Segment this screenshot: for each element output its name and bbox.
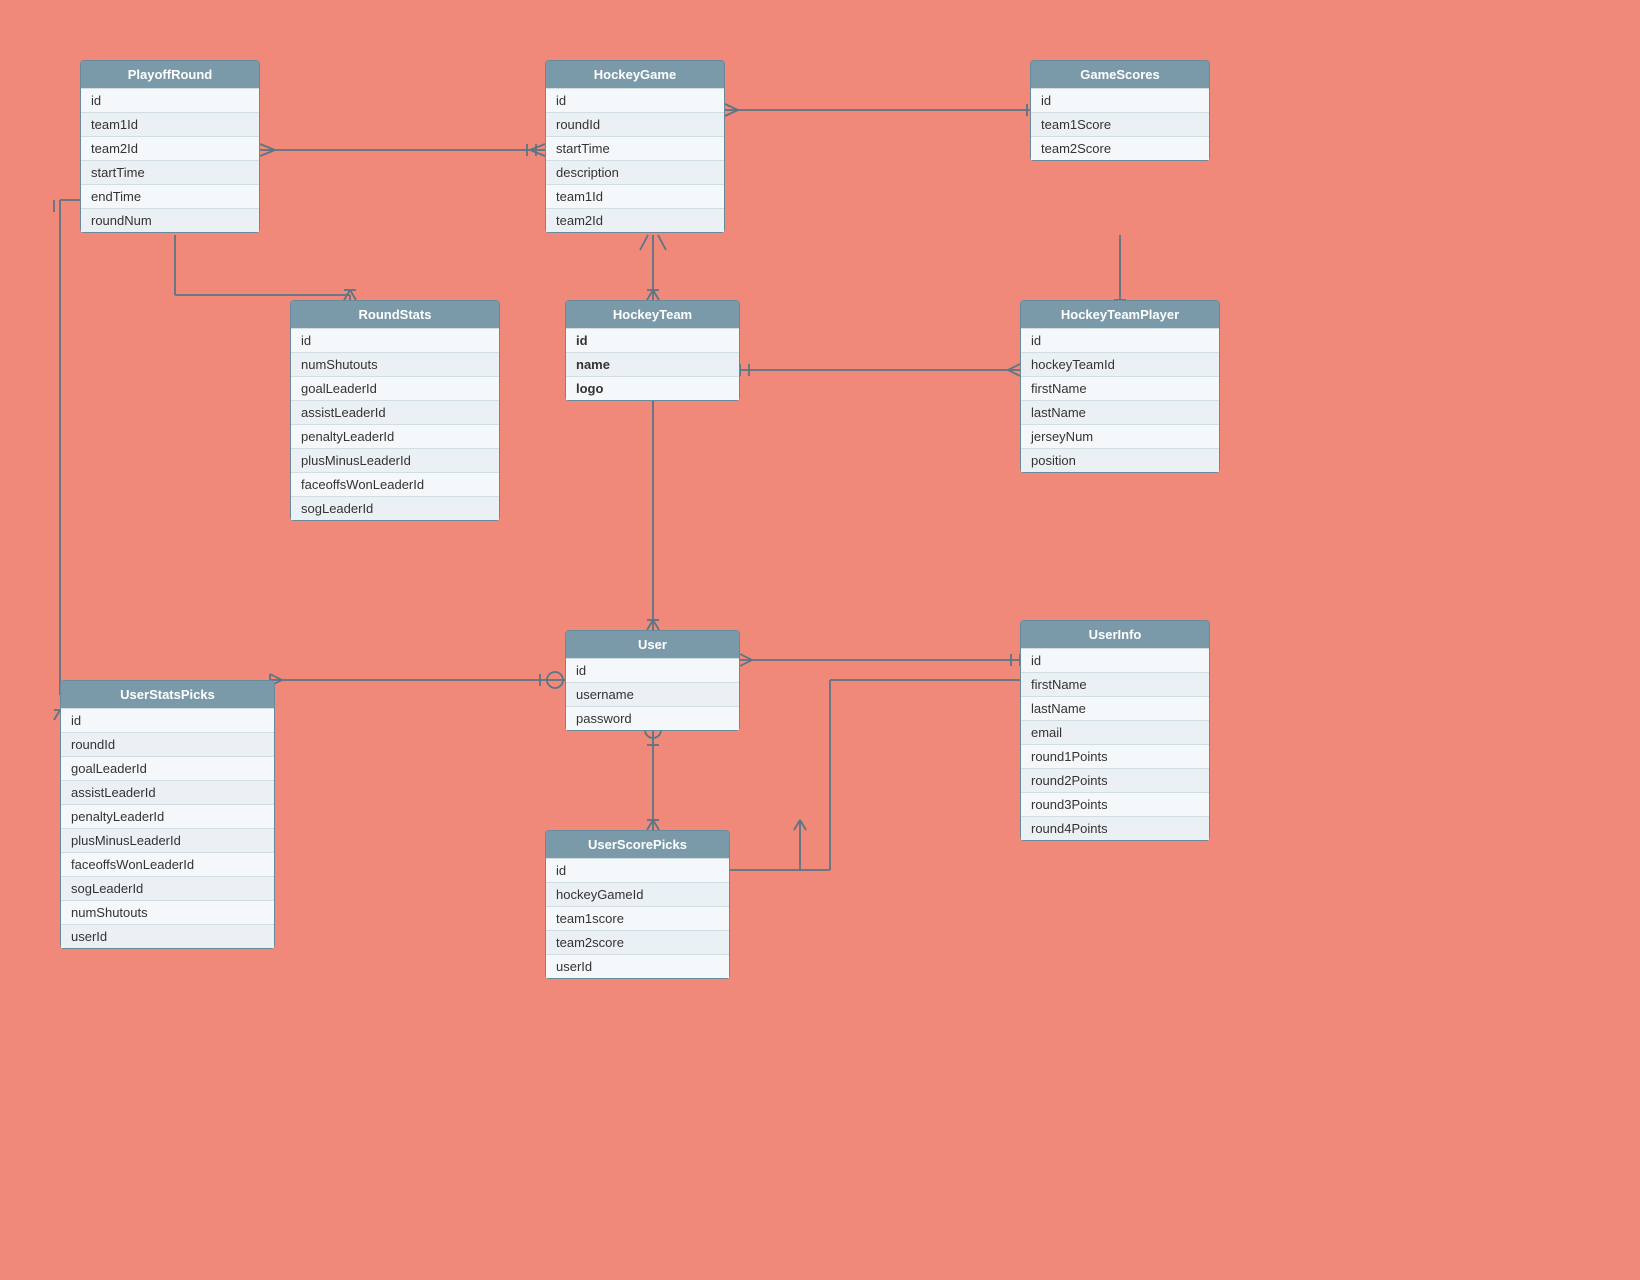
field-pr-starttime: startTime (81, 160, 259, 184)
field-usp-goalleaderid: goalLeaderId (61, 756, 274, 780)
entity-hockeyteamplayer: HockeyTeamPlayer id hockeyTeamId firstNa… (1020, 300, 1220, 473)
field-usp-penaltyleaderid: penaltyLeaderId (61, 804, 274, 828)
field-pr-team1id: team1Id (81, 112, 259, 136)
field-htp-position: position (1021, 448, 1219, 472)
field-htp-firstname: firstName (1021, 376, 1219, 400)
field-rs-sogleaderid: sogLeaderId (291, 496, 499, 520)
entity-header-user: User (566, 631, 739, 658)
entity-userinfo: UserInfo id firstName lastName email rou… (1020, 620, 1210, 841)
entity-userstatspicks: UserStatsPicks id roundId goalLeaderId a… (60, 680, 275, 949)
entity-header-hockeyteamplayer: HockeyTeamPlayer (1021, 301, 1219, 328)
entity-gamescores: GameScores id team1Score team2Score (1030, 60, 1210, 161)
entity-userscorepicks: UserScorePicks id hockeyGameId team1scor… (545, 830, 730, 979)
field-gs-team1score: team1Score (1031, 112, 1209, 136)
field-gs-id: id (1031, 88, 1209, 112)
field-usp-sogleaderid: sogLeaderId (61, 876, 274, 900)
field-pr-id: id (81, 88, 259, 112)
field-ui-id: id (1021, 648, 1209, 672)
field-rs-id: id (291, 328, 499, 352)
field-rs-numshutouts: numShutouts (291, 352, 499, 376)
field-usp-assistleaderid: assistLeaderId (61, 780, 274, 804)
field-rs-plusminusleaderid: plusMinusLeaderId (291, 448, 499, 472)
field-pr-roundnum: roundNum (81, 208, 259, 232)
entity-header-hockeygame: HockeyGame (546, 61, 724, 88)
field-ui-round4points: round4Points (1021, 816, 1209, 840)
field-uscr-userid: userId (546, 954, 729, 978)
field-uscr-hockeygameid: hockeyGameId (546, 882, 729, 906)
field-uscr-team2score: team2score (546, 930, 729, 954)
diagram-canvas: PlayoffRound id team1Id team2Id startTim… (0, 0, 1640, 1280)
field-ui-email: email (1021, 720, 1209, 744)
field-htp-hockeyteamid: hockeyTeamId (1021, 352, 1219, 376)
entity-roundstats: RoundStats id numShutouts goalLeaderId a… (290, 300, 500, 521)
field-u-id: id (566, 658, 739, 682)
field-hg-starttime: startTime (546, 136, 724, 160)
field-ht-id: id (566, 328, 739, 352)
entity-header-hockeyteam: HockeyTeam (566, 301, 739, 328)
field-hg-roundid: roundId (546, 112, 724, 136)
entity-user: User id username password (565, 630, 740, 731)
field-uscr-team1score: team1score (546, 906, 729, 930)
field-gs-team2score: team2Score (1031, 136, 1209, 160)
field-ui-round1points: round1Points (1021, 744, 1209, 768)
field-pr-endtime: endTime (81, 184, 259, 208)
field-usp-roundid: roundId (61, 732, 274, 756)
field-rs-goalleaderid: goalLeaderId (291, 376, 499, 400)
field-usp-userid: userId (61, 924, 274, 948)
field-rs-penaltyleaderid: penaltyLeaderId (291, 424, 499, 448)
field-pr-team2id: team2Id (81, 136, 259, 160)
entity-header-userinfo: UserInfo (1021, 621, 1209, 648)
field-ui-round3points: round3Points (1021, 792, 1209, 816)
field-usp-plusminusleaderid: plusMinusLeaderId (61, 828, 274, 852)
entity-hockeygame: HockeyGame id roundId startTime descript… (545, 60, 725, 233)
field-htp-lastname: lastName (1021, 400, 1219, 424)
field-ui-firstname: firstName (1021, 672, 1209, 696)
field-u-username: username (566, 682, 739, 706)
field-usp-id: id (61, 708, 274, 732)
field-usp-numshutouts: numShutouts (61, 900, 274, 924)
field-usp-faceoffswonleaderid: faceoffsWonLeaderId (61, 852, 274, 876)
field-hg-team2id: team2Id (546, 208, 724, 232)
entity-header-gamescores: GameScores (1031, 61, 1209, 88)
field-ui-round2points: round2Points (1021, 768, 1209, 792)
field-hg-team1id: team1Id (546, 184, 724, 208)
entity-header-playoffround: PlayoffRound (81, 61, 259, 88)
field-htp-jerseynum: jerseyNum (1021, 424, 1219, 448)
entity-header-userstatspicks: UserStatsPicks (61, 681, 274, 708)
field-rs-assistleaderid: assistLeaderId (291, 400, 499, 424)
field-hg-id: id (546, 88, 724, 112)
entity-hockeyteam: HockeyTeam id name logo (565, 300, 740, 401)
entity-header-userscorepicks: UserScorePicks (546, 831, 729, 858)
field-uscr-id: id (546, 858, 729, 882)
field-u-password: password (566, 706, 739, 730)
field-ui-lastname: lastName (1021, 696, 1209, 720)
field-rs-faceoffswonleaderid: faceoffsWonLeaderId (291, 472, 499, 496)
field-ht-name: name (566, 352, 739, 376)
entity-header-roundstats: RoundStats (291, 301, 499, 328)
field-htp-id: id (1021, 328, 1219, 352)
field-hg-description: description (546, 160, 724, 184)
field-ht-logo: logo (566, 376, 739, 400)
entity-playoffround: PlayoffRound id team1Id team2Id startTim… (80, 60, 260, 233)
